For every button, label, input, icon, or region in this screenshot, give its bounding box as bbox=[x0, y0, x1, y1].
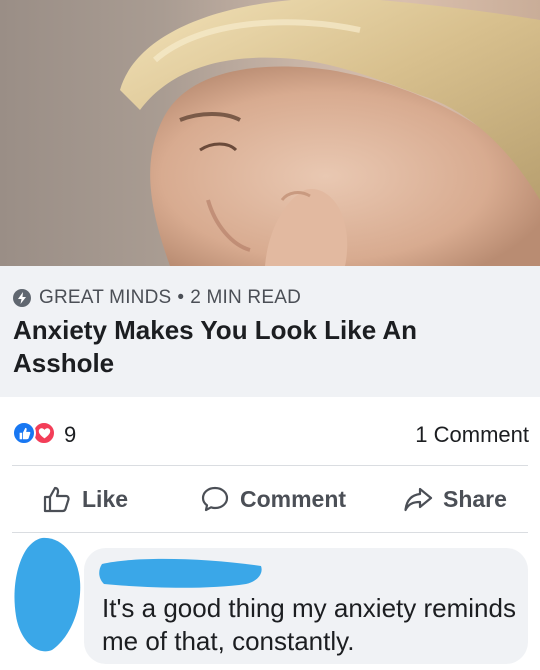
article-headline[interactable]: Anxiety Makes You Look Like An Asshole bbox=[13, 314, 513, 380]
share-arrow-icon bbox=[404, 487, 433, 512]
share-label: Share bbox=[443, 485, 507, 512]
like-label: Like bbox=[82, 485, 129, 512]
comment-count-link[interactable]: 1 Comment bbox=[415, 422, 529, 448]
avatar[interactable] bbox=[12, 536, 82, 654]
reactions-summary[interactable]: 9 1 Comment bbox=[0, 412, 540, 452]
reaction-icons[interactable] bbox=[12, 421, 56, 445]
comment-button[interactable]: Comment bbox=[200, 484, 346, 514]
action-bar: Like Comment Share bbox=[0, 474, 540, 526]
reaction-count[interactable]: 9 bbox=[64, 422, 76, 448]
source-name: GREAT MINDS bbox=[39, 287, 172, 308]
speech-bubble-icon bbox=[201, 486, 229, 512]
source-line: GREAT MINDS • 2 MIN READ bbox=[13, 287, 302, 308]
lightning-icon bbox=[13, 289, 31, 307]
share-button[interactable]: Share bbox=[403, 484, 507, 514]
thumbs-up-icon bbox=[43, 486, 70, 513]
separator-dot: • bbox=[177, 287, 185, 308]
redacted-name-scribble bbox=[99, 558, 262, 588]
like-button[interactable]: Like bbox=[42, 484, 128, 514]
read-time: 2 MIN READ bbox=[190, 287, 302, 308]
like-reaction-icon bbox=[12, 421, 36, 445]
divider bbox=[12, 465, 528, 466]
comment-label: Comment bbox=[240, 485, 347, 512]
woman-face-photo bbox=[120, 0, 540, 266]
comment-text: It's a good thing my anxiety reminds me … bbox=[102, 593, 516, 656]
post-image[interactable] bbox=[0, 0, 540, 266]
